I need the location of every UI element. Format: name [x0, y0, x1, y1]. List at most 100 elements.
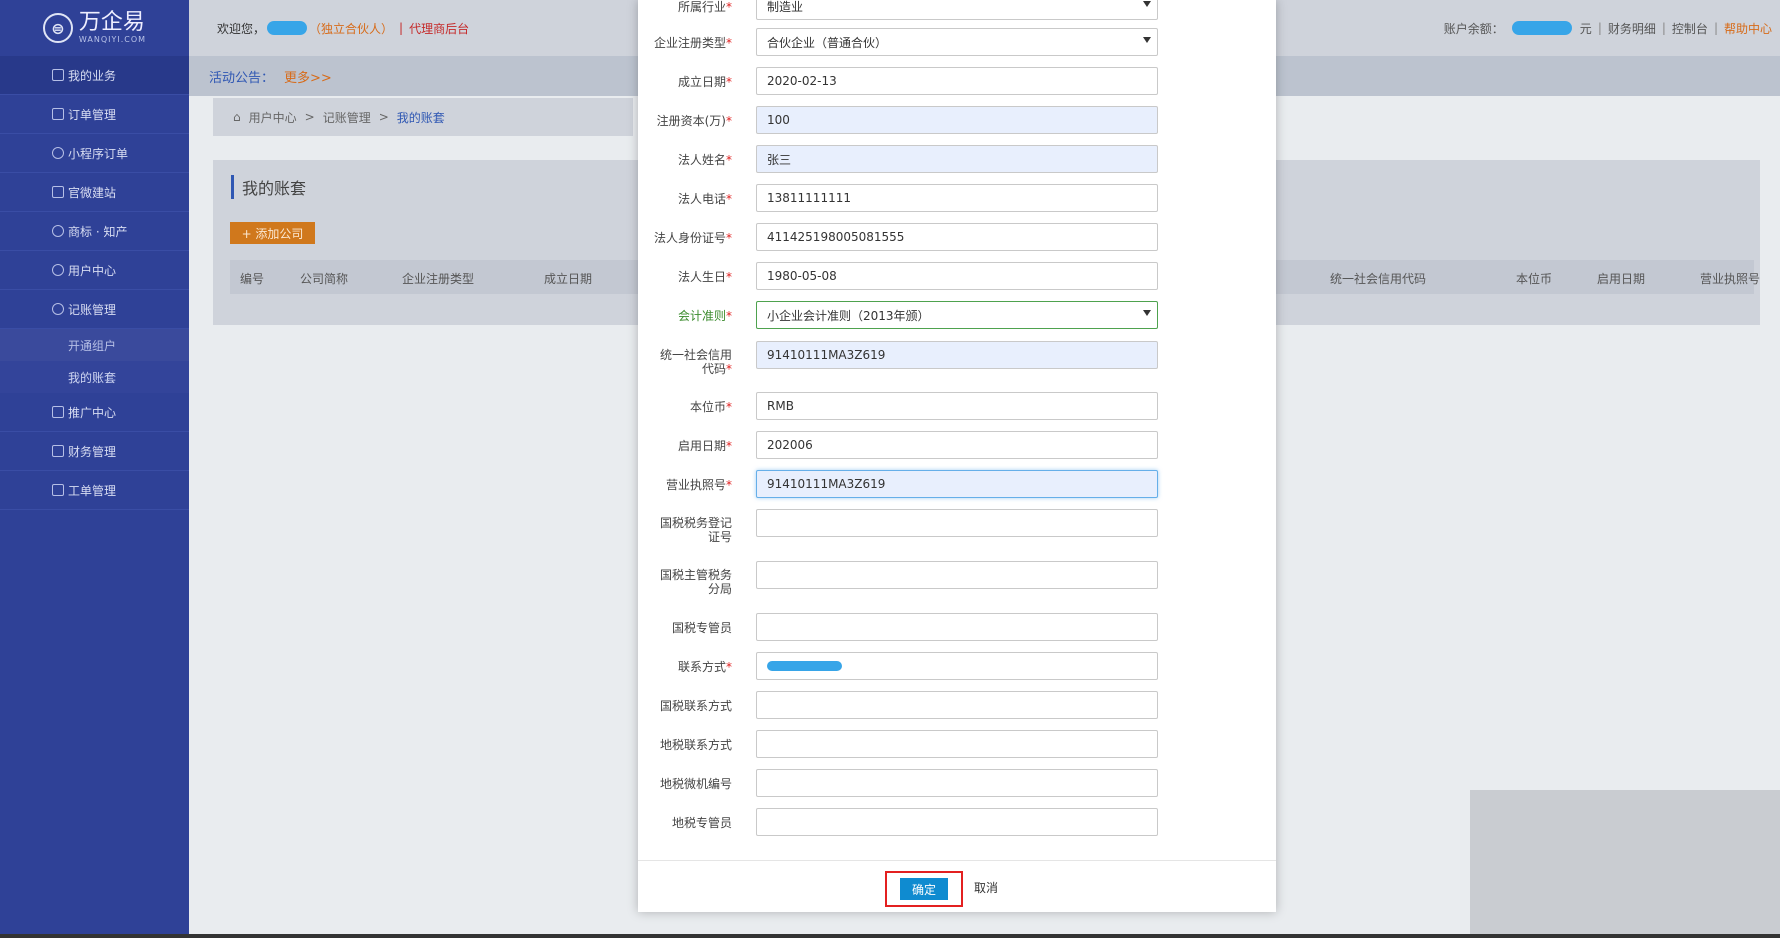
document-icon: [52, 186, 64, 198]
field-value: 合伙企业（普通合伙）: [767, 35, 888, 50]
sidebar-item-miniprogram-orders[interactable]: 小程序订单: [0, 134, 189, 173]
required-mark: *: [726, 309, 732, 323]
industry-select[interactable]: 制造业: [756, 0, 1158, 20]
business-license-input[interactable]: 91410111MA3Z619: [756, 470, 1158, 498]
field-label: 法人姓名: [677, 153, 726, 167]
col-license-no: 营业执照号: [1700, 272, 1761, 286]
field-label-line2: 代码: [701, 362, 726, 376]
field-label: 所属行业: [677, 0, 726, 14]
required-mark: *: [726, 114, 732, 128]
sidebar-subitem-my-ledgers[interactable]: 我的账套: [0, 361, 189, 393]
credit-code-input[interactable]: 91410111MA3Z619: [756, 341, 1158, 369]
field-value: 91410111MA3Z619: [767, 348, 886, 362]
sidebar: ⊜ 万企易 WANQIYI.COM 我的业务 订单管理 小程序订单 官微建站 商…: [0, 0, 189, 938]
col-company-name: 公司简称: [300, 272, 349, 286]
field-value: 2020-02-13: [767, 74, 837, 88]
finance-details-link[interactable]: 财务明细: [1608, 20, 1656, 37]
user-icon: [52, 264, 64, 276]
sidebar-item-trademark[interactable]: 商标 · 知产: [0, 212, 189, 251]
field-label-line2: 分局: [707, 582, 732, 596]
national-tax-contact-input[interactable]: [756, 691, 1158, 719]
field-label-line2: 证号: [707, 530, 732, 544]
sidebar-item-user-center[interactable]: 用户中心: [0, 251, 189, 290]
start-date-input[interactable]: 202006: [756, 431, 1158, 459]
sidebar-item-bookkeeping[interactable]: 记账管理: [0, 290, 189, 329]
national-tax-officer-input[interactable]: [756, 613, 1158, 641]
sidebar-item-label: 官微建站: [68, 185, 117, 200]
grid-icon: [52, 445, 64, 457]
sidebar-item-label: 我的账套: [68, 370, 117, 385]
add-company-button[interactable]: + 添加公司: [230, 222, 315, 244]
field-value: 1980-05-08: [767, 269, 837, 283]
national-tax-bureau-input[interactable]: [756, 561, 1158, 589]
brand-logo[interactable]: ⊜ 万企易 WANQIYI.COM: [0, 0, 189, 56]
required-mark: *: [726, 439, 732, 453]
help-center-link[interactable]: 帮助中心: [1724, 20, 1772, 37]
sidebar-subitem-open-account[interactable]: 开通组户: [0, 329, 189, 361]
sidebar-item-orders[interactable]: 订单管理: [0, 95, 189, 134]
base-currency-input[interactable]: RMB: [756, 392, 1158, 420]
console-link[interactable]: 控制台: [1672, 20, 1708, 37]
sidebar-item-label: 开通组户: [68, 338, 117, 353]
welcome-text: 欢迎您，: [217, 21, 266, 36]
bottom-bar: [0, 934, 1780, 938]
brand-name: 万企易: [78, 10, 145, 35]
required-mark: *: [726, 231, 732, 245]
breadcrumb-item[interactable]: 记账管理: [323, 109, 371, 126]
cancel-button[interactable]: 取消: [974, 879, 998, 896]
field-label: 地税微机编号: [659, 777, 732, 791]
legal-rep-birthday-input[interactable]: 1980-05-08: [756, 262, 1158, 290]
reg-type-select[interactable]: 合伙企业（普通合伙）: [756, 28, 1158, 56]
local-tax-officer-input[interactable]: [756, 808, 1158, 836]
confirm-button[interactable]: 确定: [900, 878, 948, 900]
breadcrumb-item[interactable]: 用户中心: [249, 109, 297, 126]
sidebar-item-promotion[interactable]: 推广中心: [0, 393, 189, 432]
agent-backend-link[interactable]: 代理商后台: [409, 20, 469, 37]
founding-date-input[interactable]: 2020-02-13: [756, 67, 1158, 95]
field-label: 成立日期: [677, 75, 726, 89]
field-label: 国税联系方式: [659, 699, 732, 713]
registered-capital-input[interactable]: 100: [756, 106, 1158, 134]
field-label: 地税联系方式: [659, 738, 732, 752]
legal-rep-id-input[interactable]: 411425198005081555: [756, 223, 1158, 251]
col-founding-date: 成立日期: [544, 272, 593, 286]
col-currency: 本位币: [1516, 272, 1553, 286]
local-tax-contact-input[interactable]: [756, 730, 1158, 758]
field-label: 本位币: [689, 400, 726, 414]
redacted-balance: [1511, 21, 1572, 35]
national-tax-reg-input[interactable]: [756, 509, 1158, 537]
sidebar-item-label: 我的业务: [68, 68, 117, 83]
sidebar-item-site-building[interactable]: 官微建站: [0, 173, 189, 212]
field-value: 小企业会计准则（2013年颁）: [767, 308, 930, 323]
user-group-icon: [52, 303, 64, 315]
registered-icon: [52, 225, 64, 237]
required-mark: *: [726, 75, 732, 89]
local-tax-computer-no-input[interactable]: [756, 769, 1158, 797]
user-role: （独立合伙人）: [309, 21, 394, 36]
notice-more-link[interactable]: 更多>>: [284, 67, 332, 86]
document-icon: [52, 108, 64, 120]
sidebar-item-work-orders[interactable]: 工单管理: [0, 471, 189, 510]
modal-footer: 确定 取消: [638, 860, 1276, 912]
field-label: 会计准则: [677, 309, 726, 323]
field-label: 法人生日: [677, 270, 726, 284]
breadcrumb-sep: >: [304, 110, 315, 124]
accounting-standard-select[interactable]: 小企业会计准则（2013年颁）: [756, 301, 1158, 329]
required-mark: *: [726, 270, 732, 284]
field-value: 制造业: [767, 0, 804, 14]
sidebar-item-label: 商标 · 知产: [68, 224, 128, 239]
sidebar-item-label: 财务管理: [68, 444, 117, 459]
sidebar-item-finance[interactable]: 财务管理: [0, 432, 189, 471]
field-label: 企业注册类型: [653, 36, 726, 50]
required-mark: *: [726, 660, 732, 674]
field-value: 411425198005081555: [767, 230, 905, 244]
field-label: 法人身份证号: [653, 231, 726, 245]
contact-input[interactable]: [756, 652, 1158, 680]
chevron-down-icon: [1143, 37, 1151, 43]
col-reg-type: 企业注册类型: [402, 272, 475, 286]
legal-rep-name-input[interactable]: 张三: [756, 145, 1158, 173]
sidebar-item-my-business[interactable]: 我的业务: [0, 56, 189, 95]
breadcrumb-sep: >: [378, 110, 389, 124]
field-label: 营业执照号: [665, 478, 726, 492]
legal-rep-phone-input[interactable]: 13811111111: [756, 184, 1158, 212]
